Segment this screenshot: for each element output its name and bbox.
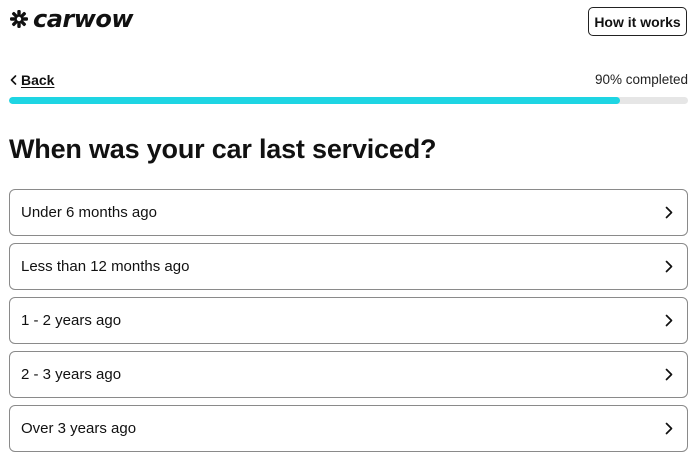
option-label: 1 - 2 years ago	[21, 312, 122, 329]
chevron-right-icon	[665, 206, 673, 219]
chevron-right-icon	[665, 422, 673, 435]
option-1-2-years[interactable]: 1 - 2 years ago	[9, 297, 688, 344]
option-over-3-years[interactable]: Over 3 years ago	[9, 405, 688, 452]
option-under-6-months[interactable]: Under 6 months ago	[9, 189, 688, 236]
option-label: Over 3 years ago	[21, 420, 137, 437]
question-title: When was your car last serviced?	[9, 134, 437, 164]
chevron-right-icon	[665, 368, 673, 381]
back-label: Back	[21, 72, 55, 88]
option-label: Less than 12 months ago	[21, 258, 190, 275]
progress-bar	[9, 97, 688, 104]
progress-label: 90% completed	[594, 72, 688, 87]
answer-options: Under 6 months ago Less than 12 months a…	[9, 189, 688, 459]
progress-bar-fill	[9, 97, 621, 104]
chevron-right-icon	[665, 314, 673, 327]
option-label: 2 - 3 years ago	[21, 366, 122, 383]
chevron-left-icon	[10, 75, 17, 85]
how-it-works-button[interactable]: How it works	[588, 7, 687, 36]
back-link[interactable]: Back	[10, 71, 54, 89]
option-label: Under 6 months ago	[21, 204, 157, 221]
chevron-right-icon	[665, 260, 673, 273]
page: carwow How it works Back 90% completed W…	[0, 0, 700, 466]
carwow-logo[interactable]: carwow	[9, 5, 134, 33]
option-less-than-12-months[interactable]: Less than 12 months ago	[9, 243, 688, 290]
option-2-3-years[interactable]: 2 - 3 years ago	[9, 351, 688, 398]
carwow-logo-icon	[10, 10, 28, 28]
logo-wordmark: carwow	[33, 5, 134, 33]
